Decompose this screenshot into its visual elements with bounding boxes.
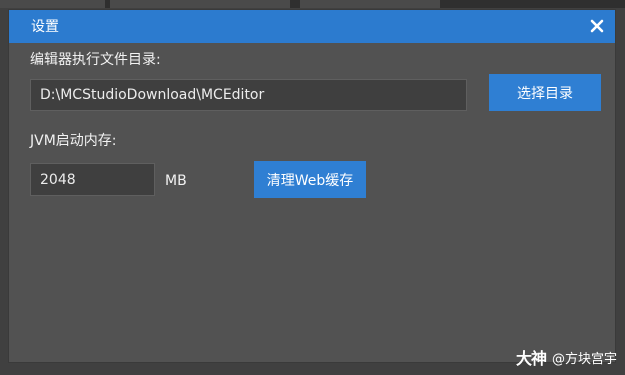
jvm-memory-label: JVM启动内存: xyxy=(30,133,117,149)
editor-path-input[interactable] xyxy=(30,79,467,111)
background-window-strip xyxy=(0,0,625,8)
dialog-title: 设置 xyxy=(31,19,59,35)
browse-directory-button[interactable]: 选择目录 xyxy=(489,74,601,111)
watermark: 大神 @方块宫宇 xyxy=(516,345,617,369)
close-icon-graphic xyxy=(590,19,604,33)
settings-dialog: 设置 编辑器执行文件目录: 选择目录 JVM启动内存: MB 清理Web缓存 xyxy=(9,10,615,362)
watermark-logo: 大神 xyxy=(515,349,547,368)
watermark-text: @方块宫宇 xyxy=(551,351,617,367)
memory-unit-label: MB xyxy=(165,173,187,189)
editor-path-label: 编辑器执行文件目录: xyxy=(30,52,161,68)
dialog-titlebar: 设置 xyxy=(9,10,615,43)
clear-web-cache-button[interactable]: 清理Web缓存 xyxy=(254,161,366,198)
close-icon[interactable] xyxy=(587,16,607,36)
jvm-memory-input[interactable] xyxy=(30,163,155,196)
